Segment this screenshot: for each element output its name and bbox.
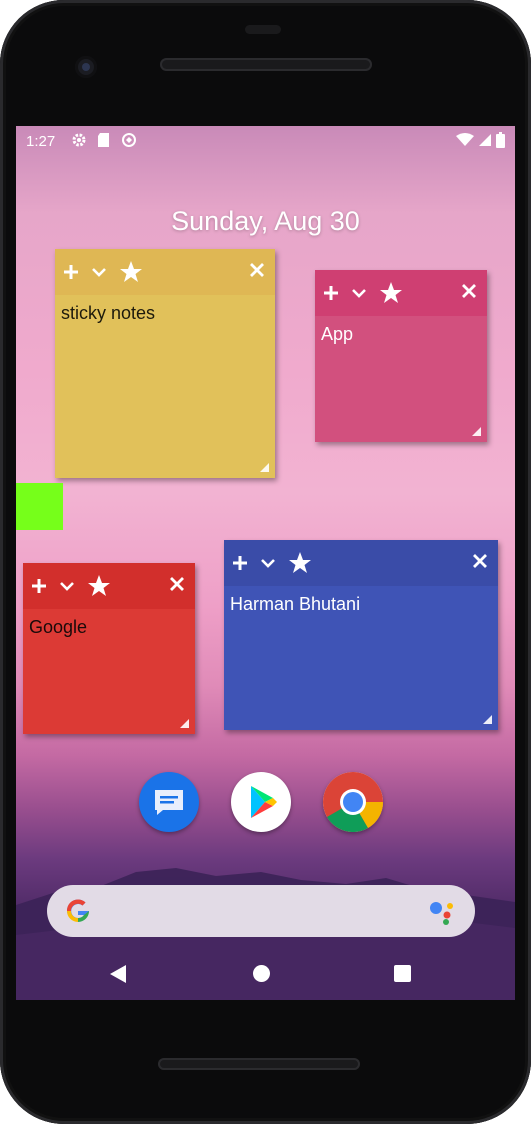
resize-handle[interactable]: [483, 715, 492, 724]
assistant-icon[interactable]: [429, 899, 457, 925]
note-text[interactable]: App: [315, 316, 487, 353]
recents-icon[interactable]: [394, 965, 411, 982]
sticky-note-pink[interactable]: App: [315, 270, 487, 442]
bottom-speaker: [158, 1058, 360, 1070]
chrome-icon: [323, 772, 383, 833]
add-note-icon[interactable]: [232, 555, 248, 571]
app-dock: [139, 772, 383, 833]
top-speaker: [160, 58, 372, 71]
wifi-icon: [456, 133, 474, 146]
settings-gear-icon: [72, 133, 86, 147]
sticky-note-yellow[interactable]: sticky notes: [55, 249, 275, 478]
chevron-down-icon[interactable]: [59, 578, 75, 594]
add-note-icon[interactable]: [31, 578, 47, 594]
signal-icon: [479, 134, 491, 146]
star-icon[interactable]: [119, 260, 143, 284]
navigation-bar: [16, 956, 515, 1000]
data-saver-icon: [122, 133, 136, 147]
sticky-note-blue[interactable]: Harman Bhutani: [224, 540, 498, 730]
messages-app[interactable]: [139, 772, 199, 832]
home-icon[interactable]: [253, 965, 270, 982]
date-widget[interactable]: Sunday, Aug 30: [16, 206, 515, 237]
resize-handle[interactable]: [180, 719, 189, 728]
battery-icon: [496, 132, 505, 148]
chevron-down-icon[interactable]: [260, 555, 276, 571]
sd-card-icon: [98, 133, 109, 147]
star-icon[interactable]: [288, 551, 312, 575]
close-note-icon[interactable]: [461, 283, 477, 299]
play-store-app[interactable]: [231, 772, 291, 832]
back-icon[interactable]: [108, 964, 128, 984]
note-toolbar: [23, 563, 195, 609]
add-note-icon[interactable]: [63, 264, 79, 280]
play-store-icon: [251, 786, 277, 818]
star-icon[interactable]: [87, 574, 111, 598]
earpiece: [245, 25, 281, 34]
status-time: 1:27: [26, 133, 56, 150]
note-text[interactable]: Harman Bhutani: [224, 586, 498, 623]
note-toolbar: [55, 249, 275, 295]
close-note-icon[interactable]: [249, 262, 265, 278]
resize-handle[interactable]: [472, 427, 481, 436]
note-text[interactable]: Google: [23, 609, 195, 646]
sticky-note-red[interactable]: Google: [23, 563, 195, 734]
chevron-down-icon[interactable]: [91, 264, 107, 280]
note-toolbar: [224, 540, 498, 586]
green-square: [16, 483, 63, 530]
home-screen: 1:27 Sunday, Aug 30 sticky notes App Goo…: [16, 126, 515, 1000]
google-g-icon: [66, 899, 89, 922]
messages-icon: [155, 790, 183, 815]
front-camera: [75, 56, 97, 78]
note-text[interactable]: sticky notes: [55, 295, 275, 332]
chevron-down-icon[interactable]: [351, 285, 367, 301]
phone-frame: 1:27 Sunday, Aug 30 sticky notes App Goo…: [0, 0, 531, 1124]
chrome-app[interactable]: [323, 772, 383, 833]
google-search-bar[interactable]: [47, 885, 475, 937]
note-toolbar: [315, 270, 487, 316]
status-bar: 1:27: [16, 126, 515, 156]
add-note-icon[interactable]: [323, 285, 339, 301]
close-note-icon[interactable]: [169, 576, 185, 592]
close-note-icon[interactable]: [472, 553, 488, 569]
resize-handle[interactable]: [260, 463, 269, 472]
star-icon[interactable]: [379, 281, 403, 305]
